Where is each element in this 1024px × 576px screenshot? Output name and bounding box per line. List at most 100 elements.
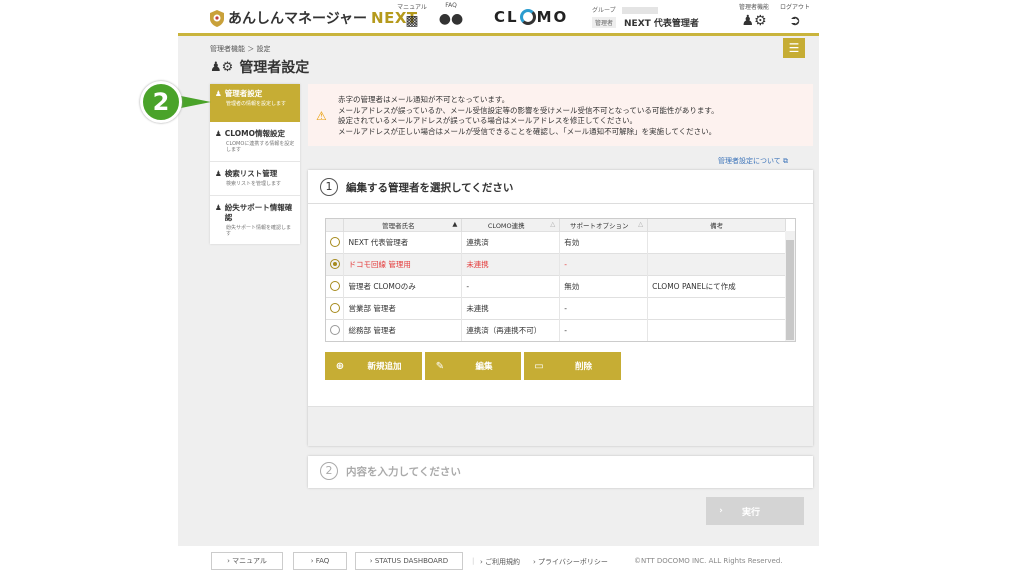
step1-number: 1	[320, 178, 338, 196]
column-header-clomo[interactable]: CLOMO連携 △	[461, 219, 561, 231]
step-number-badge: 2	[140, 81, 182, 123]
column-header-name[interactable]: 管理者氏名 ▲	[343, 219, 463, 231]
sort-icon: △	[638, 219, 644, 228]
radio-cell[interactable]	[326, 252, 345, 275]
page-title-text: 管理者設定	[239, 60, 310, 76]
radio-button[interactable]	[330, 325, 340, 336]
footer-faq-button[interactable]: › FAQ	[293, 552, 347, 570]
logo-text: あんしんマネージャー	[228, 11, 368, 27]
admin-info: 管理者 NEXT 代表管理者	[592, 16, 699, 29]
sidebar-item-label: CLOMO情報設定	[224, 129, 285, 138]
user-gear-icon: ♟	[215, 129, 222, 138]
cell-note	[647, 318, 786, 341]
cell-name: ドコモ回線 管理用	[343, 252, 463, 275]
page-title: ♟⚙ 管理者設定	[210, 57, 309, 77]
sidebar-item-label: 検索リスト管理	[224, 169, 278, 178]
cell-name: 営業部 管理者	[343, 296, 463, 319]
cell-support: 無効	[559, 274, 649, 297]
copyright: ©NTT DOCOMO INC. ALL Rights Reserved.	[634, 557, 783, 565]
sidebar-item-desc: 紛失サポート情報を確認します	[226, 225, 292, 237]
column-header-support[interactable]: サポートオプション △	[559, 219, 649, 231]
table-row[interactable]: 営業部 管理者 未連携 -	[326, 296, 786, 319]
hamburger-menu-button[interactable]: ☰	[783, 38, 805, 58]
chat-bubbles-icon: ●●	[438, 11, 464, 27]
cell-clomo: 未連携	[461, 252, 561, 275]
radio-button[interactable]	[330, 237, 340, 247]
radio-cell[interactable]	[326, 318, 345, 341]
table-row[interactable]: 総務部 管理者 連携済（再連携不可） -	[326, 318, 786, 341]
manual-button[interactable]: マニュアル ▩	[397, 2, 427, 29]
radio-button[interactable]	[330, 281, 340, 291]
logout-label: ログアウト	[779, 4, 810, 11]
trash-icon: ▭	[534, 360, 544, 372]
radio-button[interactable]	[330, 303, 340, 313]
admin-name: NEXT 代表管理者	[624, 19, 699, 29]
sidebar-item-desc: 管理者の情報を設定します	[226, 101, 287, 107]
group-label: グループ	[592, 5, 658, 14]
logout-button[interactable]: ログアウト ➲	[778, 2, 812, 29]
footer-status-dashboard-button[interactable]: › STATUS DASHBOARD	[355, 552, 463, 570]
admin-function-button[interactable]: 管理者機能 ♟⚙	[737, 2, 771, 29]
sidebar: ♟ 管理者設定 管理者の情報を設定します ♟ CLOMO情報設定 CLOMOに連携す…	[210, 84, 300, 244]
sidebar-item-lost-support[interactable]: ♟ 紛失サポート情報確認 紛失サポート情報を確認します	[210, 198, 300, 244]
faq-label: FAQ	[445, 2, 457, 9]
breadcrumb: 管理者機能 ＞ 設定	[210, 45, 271, 53]
cell-name: NEXT 代表管理者	[343, 230, 463, 253]
radio-button-selected[interactable]	[330, 259, 340, 269]
step1-title: 1 編集する管理者を選択してください	[320, 178, 513, 196]
table-row-selected[interactable]: ドコモ回線 管理用 未連携 -	[326, 252, 786, 275]
step2-title: 2 内容を入力してください	[320, 462, 461, 480]
cell-name: 管理者 CLOMOのみ	[343, 274, 463, 297]
faq-button[interactable]: FAQ ●●	[436, 2, 466, 27]
execute-button[interactable]: › 実行	[706, 497, 804, 525]
warning-line: メールアドレスが正しい場合はメールが受信できることを確認し、「メール通知不可解除…	[338, 126, 717, 136]
user-gear-icon: ♟⚙	[210, 59, 234, 75]
admin-table: 管理者氏名 ▲ CLOMO連携 △ サポートオプション △ 備考 NEXT 代表…	[325, 218, 796, 342]
step1-card-footer	[308, 406, 813, 446]
scrollbar-thumb[interactable]	[786, 240, 794, 340]
divider	[308, 203, 813, 204]
admin-tag: 管理者	[592, 17, 617, 28]
warning-message: 赤字の管理者はメール通知が不可となっています。 メールアドレスが誤っているか、メ…	[338, 95, 808, 137]
warning-line: 設定されているメールアドレスが誤っている場合はメールアドレスを修正してください。	[338, 116, 637, 125]
user-icon: ♟	[215, 169, 222, 178]
about-admin-settings-link[interactable]: 管理者設定について ⧉	[718, 156, 788, 166]
radio-header	[326, 219, 345, 231]
manual-label: マニュアル	[397, 4, 427, 11]
add-new-button[interactable]: ⊕ 新規追加	[325, 352, 422, 380]
step1-title-text: 編集する管理者を選択してください	[346, 181, 514, 194]
cell-name: 総務部 管理者	[343, 318, 463, 341]
user-gear-icon: ♟⚙	[741, 13, 767, 29]
cell-support: -	[559, 296, 649, 319]
footer-privacy-link[interactable]: › プライバシーポリシー	[533, 557, 608, 567]
radio-cell[interactable]	[326, 296, 345, 319]
external-link-icon: ⧉	[783, 157, 789, 165]
cell-clomo: -	[461, 274, 561, 297]
footer-terms-link[interactable]: › ご利用規約	[480, 557, 520, 567]
footer-separator: |	[472, 557, 475, 565]
sidebar-item-clomo-settings[interactable]: ♟ CLOMO情報設定 CLOMOに連携する情報を設定します	[210, 124, 300, 162]
edit-button[interactable]: ✎ 編集	[425, 352, 521, 380]
step-pointer-arrow	[181, 96, 211, 108]
cell-note	[647, 230, 786, 253]
radio-cell[interactable]	[326, 230, 345, 253]
table-row[interactable]: 管理者 CLOMOのみ - 無効 CLOMO PANELにて作成	[326, 274, 786, 297]
cell-support: -	[559, 318, 649, 341]
step2-title-text: 内容を入力してください	[346, 465, 461, 478]
column-header-note: 備考	[647, 219, 786, 231]
sort-icon: △	[550, 219, 556, 228]
app-logo[interactable]: あんしんマネージャー NEXT	[210, 8, 418, 28]
footer-manual-button[interactable]: › マニュアル	[211, 552, 283, 570]
chevron-right-icon: ›	[719, 506, 723, 516]
cell-note: CLOMO PANELにて作成	[647, 274, 786, 297]
sidebar-item-admin-settings[interactable]: ♟ 管理者設定 管理者の情報を設定します	[210, 84, 300, 122]
sidebar-item-search-list[interactable]: ♟ 検索リスト管理 検索リストを管理します	[210, 164, 300, 196]
warning-line: メールアドレスが誤っているか、メール受信設定等の影響を受けメール受信不可となって…	[338, 105, 719, 115]
cell-clomo: 連携済	[461, 230, 561, 253]
table-row[interactable]: NEXT 代表管理者 連携済 有効	[326, 230, 786, 253]
delete-button[interactable]: ▭ 削除	[524, 352, 621, 380]
admin-function-label: 管理者機能	[738, 4, 769, 11]
radio-cell[interactable]	[326, 274, 345, 297]
cell-note	[647, 252, 786, 275]
cell-support: -	[559, 252, 649, 275]
